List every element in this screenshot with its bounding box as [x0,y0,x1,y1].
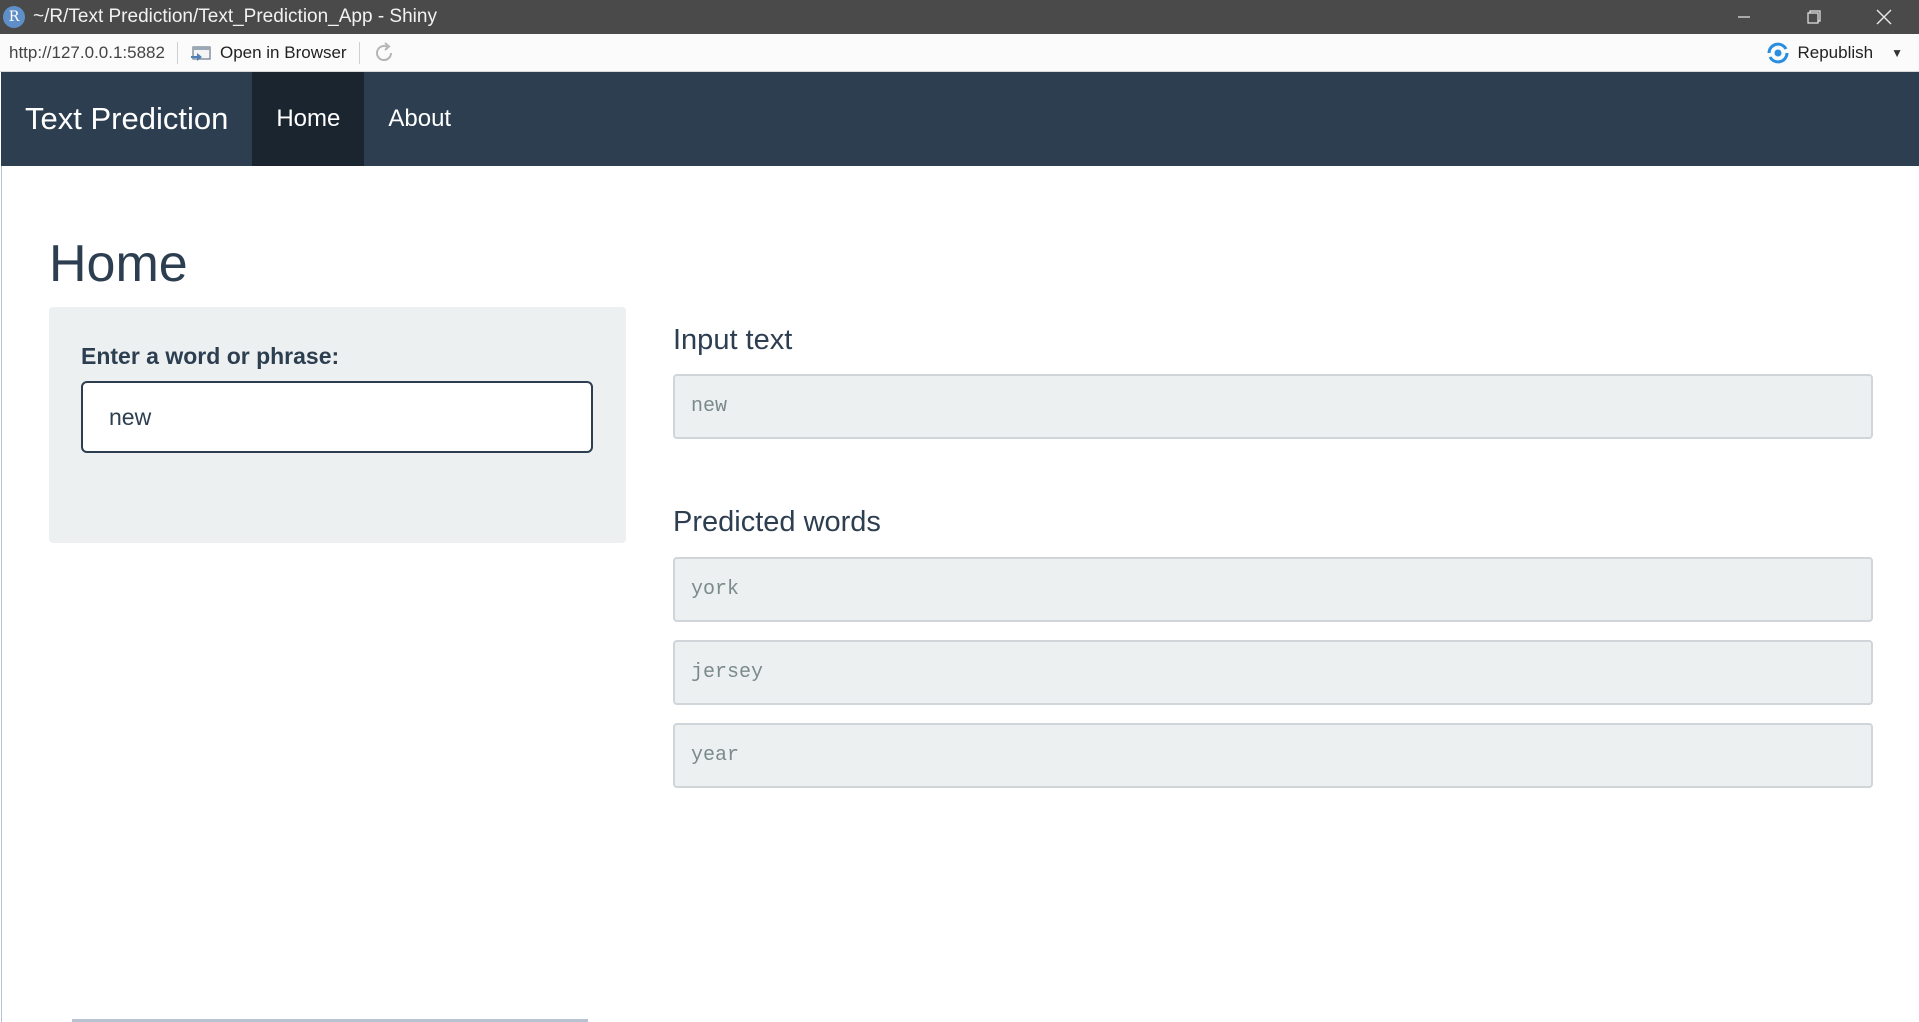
app-navbar: Text Prediction Home About [1,72,1919,166]
minimize-icon [1738,16,1750,18]
toolbar-separator [358,41,360,64]
prediction-output-2: jersey [673,640,1873,705]
nav-tab-home[interactable]: Home [252,72,365,166]
minimize-button[interactable] [1709,0,1779,34]
url-display: http://127.0.0.1:5882 [9,42,165,62]
toolbar-separator [176,41,178,64]
close-icon [1876,9,1892,25]
restore-icon [1807,10,1821,24]
app-content: Home Enter a word or phrase: Input text … [1,166,1919,1022]
open-in-browser-button[interactable]: Open in Browser [190,43,347,63]
close-button[interactable] [1849,0,1919,34]
sidebar-panel: Enter a word or phrase: [49,307,626,543]
window-titlebar: R ~/R/Text Prediction/Text_Prediction_Ap… [0,0,1919,34]
r-app-icon: R [3,6,25,28]
window-controls [1709,0,1919,34]
window-title: ~/R/Text Prediction/Text_Prediction_App … [33,6,437,27]
republish-button[interactable]: Republish ▼ [1766,42,1903,64]
open-in-browser-icon [190,45,211,61]
nav-tab-about[interactable]: About [364,72,475,166]
phrase-input[interactable] [81,381,593,453]
republish-label: Republish [1797,42,1874,62]
predicted-words-heading: Predicted words [673,506,881,538]
viewer-toolbar: http://127.0.0.1:5882 Open in Browser Re… [0,34,1919,72]
prediction-output-1: york [673,557,1873,622]
input-text-heading: Input text [673,324,793,356]
refresh-button[interactable] [372,41,396,65]
republish-icon [1767,42,1788,63]
input-text-output: new [673,374,1873,439]
restore-button[interactable] [1779,0,1849,34]
navbar-brand[interactable]: Text Prediction [1,72,252,166]
refresh-icon [375,41,392,61]
prediction-output-3: year [673,723,1873,788]
chevron-down-icon[interactable]: ▼ [1891,46,1903,60]
input-label: Enter a word or phrase: [81,343,340,369]
page-title: Home [49,235,188,293]
open-in-browser-label: Open in Browser [219,42,347,62]
